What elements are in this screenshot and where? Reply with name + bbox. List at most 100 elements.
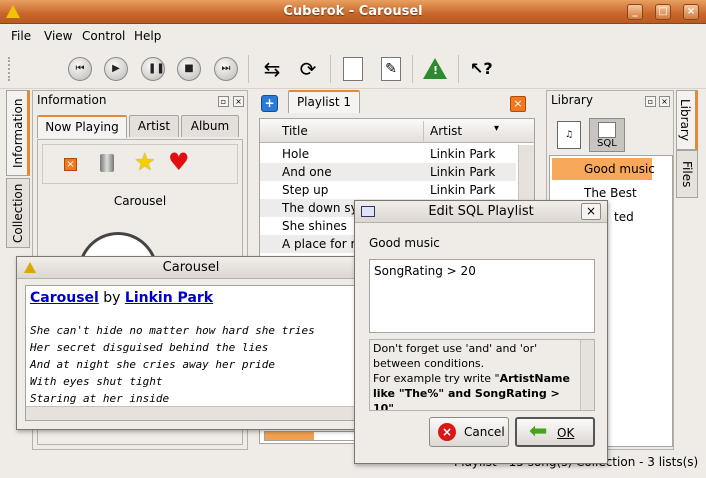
ok-button[interactable]: ⬅ OK [515,417,595,447]
maximize-button[interactable]: □ [655,4,671,20]
ok-label: OK [557,426,575,440]
help-text-body: Don't forget use 'and' and 'or' between … [373,341,579,411]
now-playing-song: Carousel [113,194,167,208]
help-line-4: like "The%" and SongRating > [373,386,579,401]
table-row[interactable]: And one Linkin Park [260,163,516,181]
progress-fill [265,432,314,440]
sql-query-input[interactable]: SongRating > 20 [369,259,595,333]
ok-arrow-icon: ⬅ [529,419,548,444]
close-panel-button[interactable]: × [233,96,244,107]
menu-file[interactable]: File [11,29,31,43]
menu-help[interactable]: Help [134,29,161,43]
playlist-header: Title Artist ▾ [260,119,534,143]
library-float-button[interactable]: ▫ [645,96,656,107]
lyrics-window-title: Carousel [162,260,220,275]
trash-icon[interactable] [100,154,114,172]
lyrics-titlebar: Carousel [17,257,365,279]
next-track-button[interactable]: ⏭ [214,57,238,81]
tab-information[interactable]: Information [6,90,30,176]
menu-view[interactable]: View [44,29,72,43]
lyrics-window: Carousel Carousel by Linkin Park She can… [16,256,366,430]
lyrics-text-area: Carousel by Linkin Park She can't hide n… [25,285,359,421]
window-titlebar: Cuberok - Carousel _ □ × [0,0,706,24]
lyrics-heading: Carousel by Linkin Park [30,290,213,306]
repeat-icon[interactable]: ⟳ [296,57,320,81]
toolbar-separator [248,55,249,83]
help-scrollbar[interactable] [580,340,594,410]
stop-button[interactable]: ■ [177,57,201,81]
library-item-good-music[interactable]: Good music [552,158,655,180]
library-title: Library [551,93,593,107]
artist-link[interactable]: Linkin Park [125,290,213,306]
lyric-line: And at night she cries away her pride [30,358,276,371]
lyric-line: With eyes shut tight [30,375,163,388]
progress-bar[interactable] [264,431,364,441]
row-artist: Linkin Park [430,165,496,179]
close-button[interactable]: × [683,4,699,20]
row-artist: Linkin Park [430,183,496,197]
help-bold-2: like "The%" and SongRating > [373,387,560,400]
add-playlist-button[interactable]: + [261,95,278,112]
tab-library[interactable]: Library [676,90,698,150]
warning-icon[interactable]: ! [423,57,447,81]
cancel-button[interactable]: × Cancel [429,417,509,447]
cancel-label: Cancel [464,425,505,439]
row-title: A place for m [282,237,363,251]
lyric-line: Her secret disguised behind the lies [30,341,269,354]
table-row[interactable]: Step up Linkin Park [260,181,516,199]
library-mode-icon[interactable]: ♫ [557,121,581,149]
tab-now-playing[interactable]: Now Playing [37,115,127,138]
help-bold-1: ArtistName [499,372,570,385]
menu-control[interactable]: Control [82,29,125,43]
window-title: Cuberok - Carousel [283,4,423,19]
help-line-5: 10" [373,401,579,411]
header-divider [423,121,424,141]
toolbar-separator-4 [458,55,459,83]
lyric-line: She can't hide no matter how hard she tr… [30,324,315,337]
remove-icon[interactable]: × [64,158,77,171]
previous-track-button[interactable]: ⏮ [68,57,92,81]
column-title[interactable]: Title [282,124,308,138]
tab-album[interactable]: Album [181,115,239,137]
row-title: Step up [282,183,329,197]
minimize-button[interactable]: _ [627,4,643,20]
new-document-icon[interactable] [343,57,363,81]
lyrics-lines: She can't hide no matter how hard she tr… [30,322,315,407]
close-playlist-button[interactable]: × [510,96,526,112]
help-line-3: For example try write "ArtistName [373,371,579,386]
by-label: by [103,290,121,306]
song-link[interactable]: Carousel [30,290,99,306]
tab-artist[interactable]: Artist [129,115,179,137]
help-bold-3: 10" [373,402,395,411]
tab-collection[interactable]: Collection [6,178,30,248]
pause-button[interactable]: ❚❚ [141,57,165,81]
lyrics-hscrollbar[interactable] [26,406,358,420]
sort-chevron-icon[interactable]: ▾ [494,123,499,134]
toolbar-separator-3 [412,55,413,83]
information-panel-title: Information [37,93,107,107]
playlist-name-label: Good music [369,236,440,250]
shuffle-icon[interactable]: ⇆ [260,57,284,81]
row-title: Hole [282,147,310,161]
sql-query-text: SongRating > 20 [374,264,476,278]
float-panel-button[interactable]: ▫ [218,96,229,107]
whats-this-icon[interactable]: ↖? [470,57,494,81]
row-title: And one [282,165,332,179]
star-icon[interactable]: ★ [134,148,156,176]
tab-playlist-1[interactable]: Playlist 1 [288,90,360,113]
column-artist[interactable]: Artist [430,124,462,138]
sql-dialog-close-button[interactable]: × [581,203,601,220]
sql-mode-button[interactable]: SQL [589,118,625,152]
help-line-2: between conditions. [373,357,485,370]
library-close-button[interactable]: × [659,96,670,107]
table-row[interactable]: Hole Linkin Park [260,145,516,163]
sql-help-text: Don't forget use 'and' and 'or' between … [369,339,595,411]
heart-icon[interactable]: ♥ [168,148,190,176]
edit-sql-dialog: Edit SQL Playlist × Good music SongRatin… [354,200,608,464]
info-tabs: Now Playing Artist Album [37,115,243,139]
tab-files[interactable]: Files [676,150,698,198]
dialog-window-icon [361,206,375,217]
play-button[interactable]: ▶ [104,57,128,81]
menubar: File View Control Help [0,25,706,47]
edit-document-icon[interactable]: ✎ [381,57,401,81]
